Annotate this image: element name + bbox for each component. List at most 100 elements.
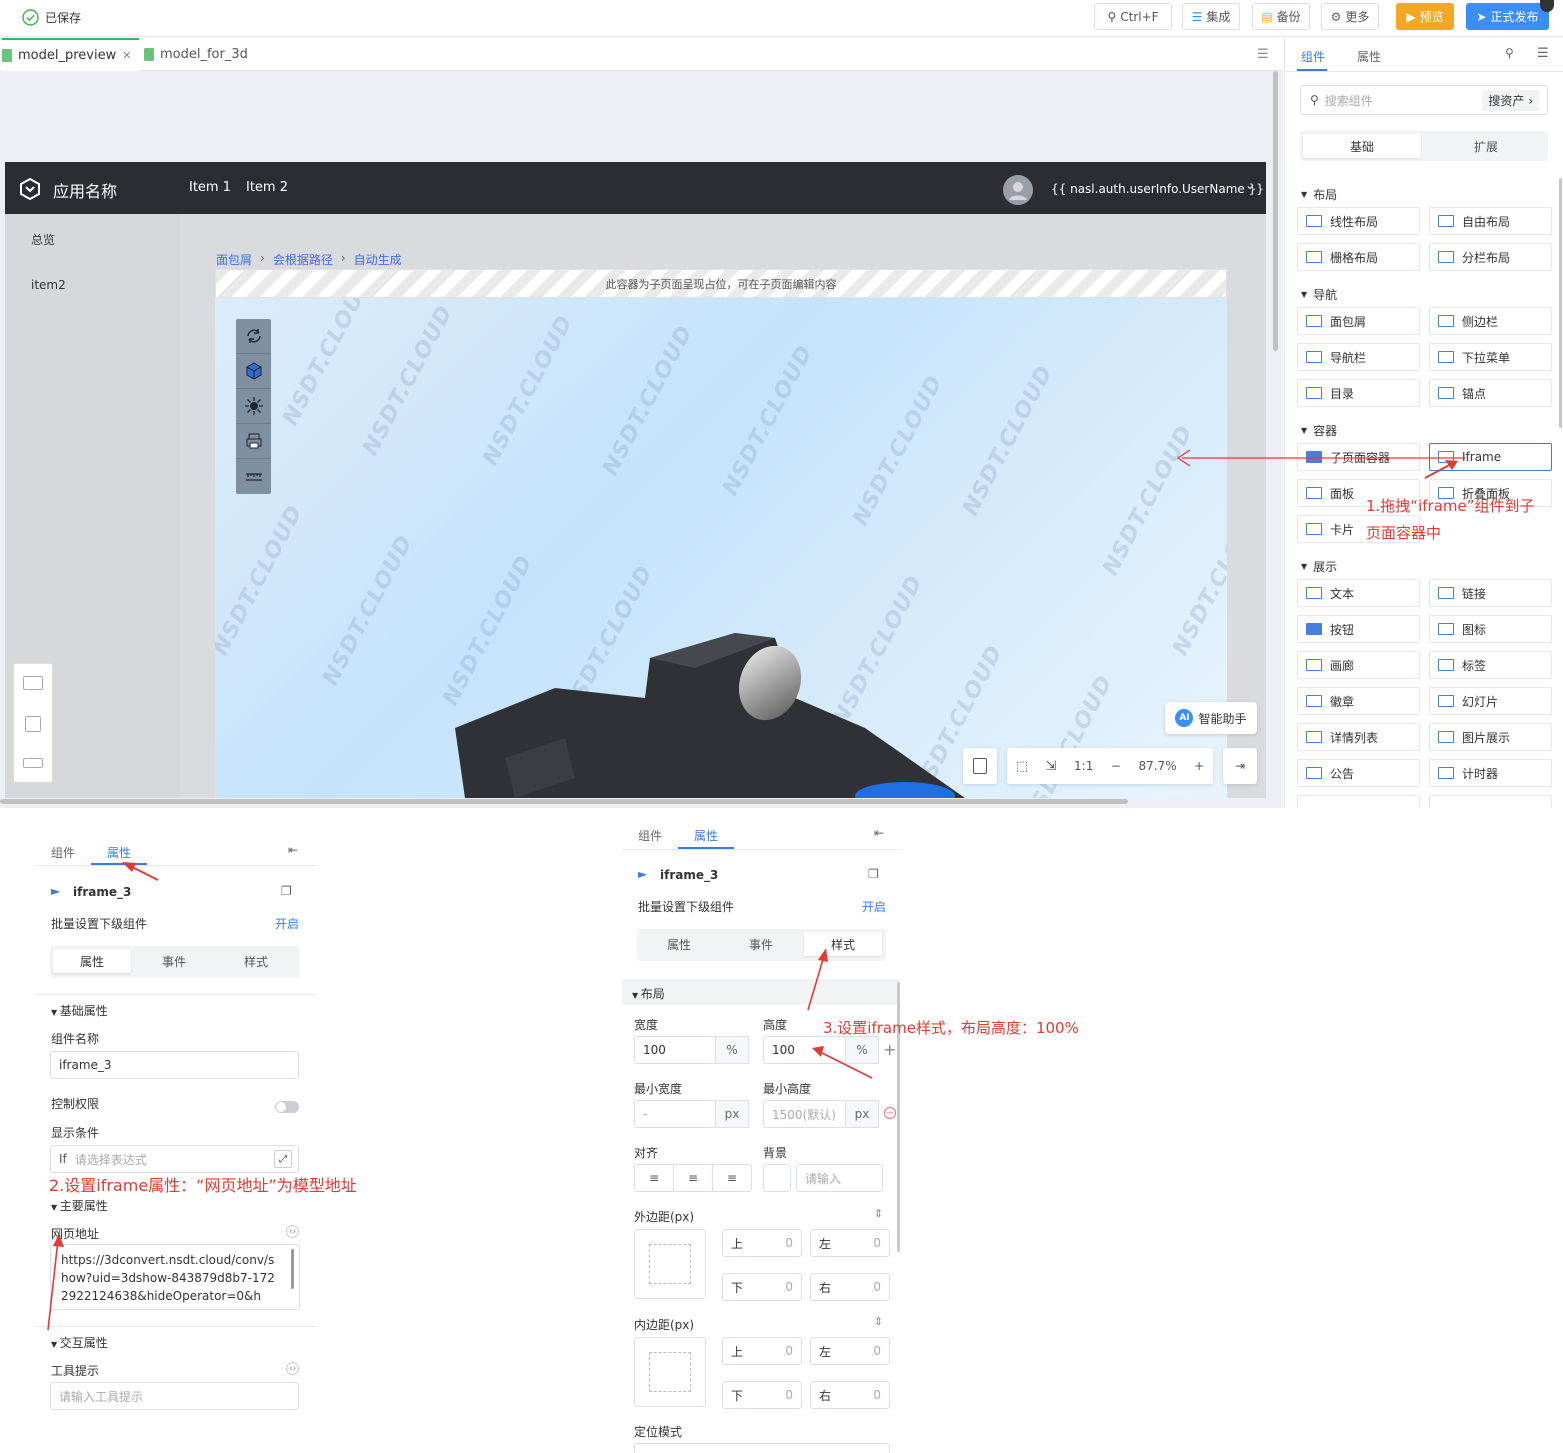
width-unit[interactable]: %: [715, 1036, 749, 1064]
rotate-icon[interactable]: [236, 319, 271, 354]
component-item[interactable]: 按钮: [1297, 615, 1420, 643]
search-assets-button[interactable]: 搜资产 ›: [1482, 89, 1539, 111]
vertical-scrollbar[interactable]: [1273, 71, 1278, 351]
model-viewer[interactable]: NSDT.CLOUD NSDT.CLOUD NSDT.CLOUD NSDT.CL…: [215, 298, 1227, 798]
more-button[interactable]: ⚙ 更多: [1321, 3, 1379, 30]
tab-model-preview[interactable]: model_preview ✕: [2, 38, 140, 71]
form-icon[interactable]: [23, 676, 43, 690]
subpage-placeholder[interactable]: 此容器为子页面呈现占位，可在子页面编辑内容: [215, 269, 1227, 298]
copy-icon[interactable]: ❐: [281, 884, 292, 898]
preview-button[interactable]: ▶ 预览: [1396, 3, 1454, 30]
component-item[interactable]: 图标: [1429, 615, 1552, 643]
expand-vertical-icon[interactable]: ⇕: [874, 1207, 883, 1220]
align-center-icon[interactable]: ≡: [674, 1165, 713, 1191]
margin-left-input[interactable]: 左0: [810, 1229, 890, 1257]
component-item[interactable]: 线性布局: [1297, 207, 1420, 235]
align-left-icon[interactable]: ≡: [635, 1165, 674, 1191]
light-icon[interactable]: [236, 389, 271, 424]
background-input[interactable]: 请输入: [796, 1164, 883, 1192]
textarea-scrollbar[interactable]: [291, 1249, 294, 1289]
backup-button[interactable]: ▤ 备份: [1252, 3, 1310, 30]
component-item[interactable]: 分栏布局: [1429, 243, 1552, 271]
tab-components[interactable]: 组件: [1301, 48, 1325, 65]
component-item[interactable]: [1297, 795, 1420, 808]
permission-toggle[interactable]: [275, 1101, 299, 1113]
collapse-button[interactable]: ⇥: [1223, 748, 1257, 784]
component-item[interactable]: [1429, 795, 1552, 808]
padding-right-input[interactable]: 右0: [810, 1381, 890, 1409]
chevron-down-icon[interactable]: ⌄: [1245, 178, 1255, 192]
breadcrumb-item[interactable]: 会根据路径: [273, 251, 333, 268]
segment-styles[interactable]: 样式: [217, 949, 295, 973]
zoom-ratio-button[interactable]: 1:1: [1074, 759, 1093, 773]
segment-props[interactable]: 属性: [640, 932, 718, 956]
breadcrumb-item[interactable]: 面包屑: [216, 251, 252, 268]
section-navigation[interactable]: ▼ 导航: [1301, 286, 1337, 303]
min-width-unit[interactable]: px: [715, 1100, 749, 1128]
min-height-input[interactable]: 1500(默认): [763, 1100, 846, 1128]
publish-button[interactable]: ➤ 正式发布: [1466, 3, 1549, 30]
collapse-list-icon[interactable]: ⇤: [874, 826, 884, 840]
zoom-out-icon[interactable]: −: [1111, 759, 1121, 773]
cube-icon[interactable]: [236, 354, 271, 389]
document-icon[interactable]: [25, 716, 41, 732]
collapse-list-icon[interactable]: ⇤: [288, 843, 298, 857]
section-layout[interactable]: ▼ 布局: [1301, 186, 1337, 203]
ruler-icon[interactable]: [236, 459, 271, 494]
ai-helper-button[interactable]: AI 智能助手: [1165, 702, 1257, 734]
batch-enable-link[interactable]: 开启: [275, 915, 299, 932]
list-icon[interactable]: ☰: [1257, 47, 1269, 62]
code-icon[interactable]: ‹›: [286, 1362, 299, 1375]
fit-icon[interactable]: ⇲: [1046, 759, 1057, 774]
component-item[interactable]: 下拉菜单: [1429, 343, 1552, 371]
notification-badge-icon[interactable]: [1540, 0, 1554, 12]
margin-top-input[interactable]: 上0: [722, 1229, 802, 1257]
align-right-icon[interactable]: ≡: [713, 1165, 751, 1191]
component-item[interactable]: 锚点: [1429, 379, 1552, 407]
expand-vertical-icon[interactable]: ⇕: [874, 1315, 883, 1328]
component-item[interactable]: 公告: [1297, 759, 1420, 787]
padding-left-input[interactable]: 左0: [810, 1337, 890, 1365]
min-height-unit[interactable]: px: [845, 1100, 879, 1128]
copy-icon[interactable]: ❐: [868, 867, 879, 881]
component-item[interactable]: 面包屑: [1297, 307, 1420, 335]
batch-enable-link[interactable]: 开启: [862, 898, 886, 915]
tab-components[interactable]: 组件: [638, 827, 662, 844]
input-icon[interactable]: [23, 758, 43, 768]
nav-item-1[interactable]: Item 1: [189, 180, 231, 195]
width-input[interactable]: 100: [634, 1036, 716, 1064]
search-shortcut-button[interactable]: ⚲ Ctrl+F: [1094, 3, 1172, 30]
section-container[interactable]: ▼ 容器: [1301, 422, 1337, 439]
sidebar-item-overview[interactable]: 总览: [31, 231, 55, 248]
horizontal-scrollbar[interactable]: [0, 799, 1128, 804]
component-item[interactable]: 幻灯片: [1429, 687, 1552, 715]
search-icon[interactable]: ⚲: [1505, 46, 1514, 60]
component-item[interactable]: 文本: [1297, 579, 1420, 607]
min-width-input[interactable]: -: [634, 1100, 716, 1128]
segment-events[interactable]: 事件: [722, 932, 800, 956]
component-item[interactable]: 链接: [1429, 579, 1552, 607]
margin-right-input[interactable]: 右0: [810, 1273, 890, 1301]
select-icon[interactable]: ⬚: [1016, 759, 1028, 774]
avatar[interactable]: [1003, 175, 1033, 205]
close-icon[interactable]: ✕: [122, 49, 131, 62]
tab-properties[interactable]: 属性: [694, 827, 718, 844]
printer-icon[interactable]: [236, 424, 271, 459]
code-icon[interactable]: ‹›: [286, 1225, 299, 1238]
tab-properties[interactable]: 属性: [1357, 48, 1381, 65]
component-item[interactable]: 计时器: [1429, 759, 1552, 787]
component-item[interactable]: 目录: [1297, 379, 1420, 407]
padding-top-input[interactable]: 上0: [722, 1337, 802, 1365]
tab-model-for-3d[interactable]: model_for_3d: [144, 38, 248, 71]
tooltip-input[interactable]: 请输入工具提示: [50, 1382, 299, 1410]
padding-bottom-input[interactable]: 下0: [722, 1381, 802, 1409]
component-item[interactable]: 标签: [1429, 651, 1552, 679]
component-item[interactable]: 栅格布局: [1297, 243, 1420, 271]
section-display[interactable]: ▼ 展示: [1301, 558, 1337, 575]
component-item[interactable]: 图片展示: [1429, 723, 1552, 751]
component-item[interactable]: 详情列表: [1297, 723, 1420, 751]
component-item[interactable]: 徽章: [1297, 687, 1420, 715]
zoom-in-icon[interactable]: +: [1194, 759, 1204, 773]
tab-components[interactable]: 组件: [51, 844, 75, 861]
menu-icon[interactable]: ☰: [1537, 46, 1549, 61]
